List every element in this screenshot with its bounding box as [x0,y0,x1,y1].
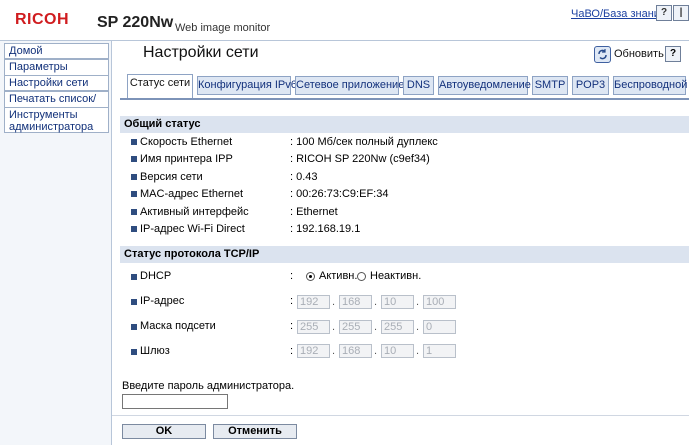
dhcp-on-label: Активн. [319,270,358,282]
admin-password-label: Введите пароль администратора. [122,380,295,392]
refresh-icon[interactable] [594,46,611,63]
mask-dot: . [332,321,336,333]
dhcp-off-radio[interactable] [357,272,366,281]
bullet-icon [131,139,137,145]
page-title: Настройки сети [143,44,259,61]
ip-dot: . [332,296,336,308]
bullet-icon [131,191,137,197]
gateway-dot: . [416,345,420,357]
active-interface-value: : Ethernet [290,206,338,218]
mask-octet-4[interactable]: 0 [423,320,456,334]
ipp-name-label: Имя принтера IPP [140,153,233,165]
bullet-icon [131,156,137,162]
sidebar-item-home[interactable]: Домой [4,43,109,59]
ethernet-speed-label: Скорость Ethernet [140,136,233,148]
tab-wireless[interactable]: Беспроводной [613,76,687,95]
model-name: SP 220Nw [97,14,174,31]
mask-dot: . [416,321,420,333]
general-status-heading: Общий статус [120,116,689,133]
mask-dot: . [374,321,378,333]
admin-password-input[interactable] [122,394,228,409]
bullet-icon [131,324,137,330]
sidebar-item-admin-tools[interactable]: Инструменты администратора [4,107,109,133]
dhcp-on-radio[interactable] [306,272,315,281]
bullet-icon [131,299,137,305]
bullet-icon [131,274,137,280]
wifi-direct-ip-label: IP-адрес Wi-Fi Direct [140,223,245,235]
ip-address-label: IP-адрес [140,295,185,307]
help-icon[interactable]: ? [656,5,672,21]
ip-dot: . [416,296,420,308]
gateway-octet-2[interactable]: 168 [339,344,372,358]
gateway-octet-3[interactable]: 10 [381,344,414,358]
active-interface-label: Активный интерфейс [140,206,249,218]
gateway-label: Шлюз [140,345,170,357]
tab-network-app[interactable]: Сетевое приложение [295,76,404,95]
dhcp-off-label: Неактивн. [370,270,422,282]
mask-octet-3[interactable]: 255 [381,320,414,334]
sidebar-item-network-settings[interactable]: Настройки сети [4,75,109,91]
refresh-button[interactable]: Обновить [614,48,664,60]
faq-link[interactable]: ЧаВО/База знаний [571,8,666,20]
mask-octet-1[interactable]: 255 [297,320,330,334]
ip-address-colon: : [290,295,294,307]
bullet-icon [131,226,137,232]
tab-network-status[interactable]: Статус сети [127,74,193,98]
gateway-colon: : [290,345,294,357]
wifi-direct-ip-value: : 192.168.19.1 [290,223,361,235]
mac-address-value: : 00:26:73:C9:EF:34 [290,188,389,200]
divider [112,415,689,416]
sidebar: Домой Параметры системы Настройки сети П… [0,41,112,445]
gateway-dot: . [332,345,336,357]
ricoh-logo: RICOH [15,11,70,28]
tab-ipv6-config[interactable]: Конфигурация IPv6 [197,76,297,95]
mask-octet-2[interactable]: 255 [339,320,372,334]
ip-octet-1[interactable]: 192 [297,295,330,309]
subnet-mask-colon: : [290,320,294,332]
ok-button[interactable]: OK [122,424,206,439]
ip-octet-4[interactable]: 100 [423,295,456,309]
bullet-icon [131,174,137,180]
tab-auto-notification[interactable]: Автоуведомление [438,76,531,95]
network-version-label: Версия сети [140,171,203,183]
menu-icon[interactable]: | [673,5,689,21]
gateway-octet-4[interactable]: 1 [423,344,456,358]
network-version-value: : 0.43 [290,171,318,183]
bullet-icon [131,209,137,215]
tcpip-status-heading: Статус протокола TCP/IP [120,246,689,263]
ip-octet-2[interactable]: 168 [339,295,372,309]
gateway-octet-1[interactable]: 192 [297,344,330,358]
ipp-name-value: : RICOH SP 220Nw (c9ef34) [290,153,430,165]
app-subtitle: Web image monitor [175,22,271,34]
ethernet-speed-value: : 100 Мб/сек полный дуплекс [290,136,438,148]
ip-octet-3[interactable]: 10 [381,295,414,309]
tab-smtp[interactable]: SMTP [532,76,568,95]
header: RICOH SP 220Nw Web image monitor ЧаВО/Ба… [0,0,689,40]
dhcp-label: DHCP [140,270,172,282]
tab-pop3[interactable]: POP3 [572,76,609,95]
mac-address-label: MAC-адрес Ethernet [140,188,244,200]
ip-dot: . [374,296,378,308]
tab-dns[interactable]: DNS [403,76,434,95]
bullet-icon [131,349,137,355]
dhcp-colon: : [290,270,294,282]
gateway-dot: . [374,345,378,357]
cancel-button[interactable]: Отменить [213,424,297,439]
help-icon[interactable]: ? [665,46,681,62]
subnet-mask-label: Маска подсети [140,320,216,332]
